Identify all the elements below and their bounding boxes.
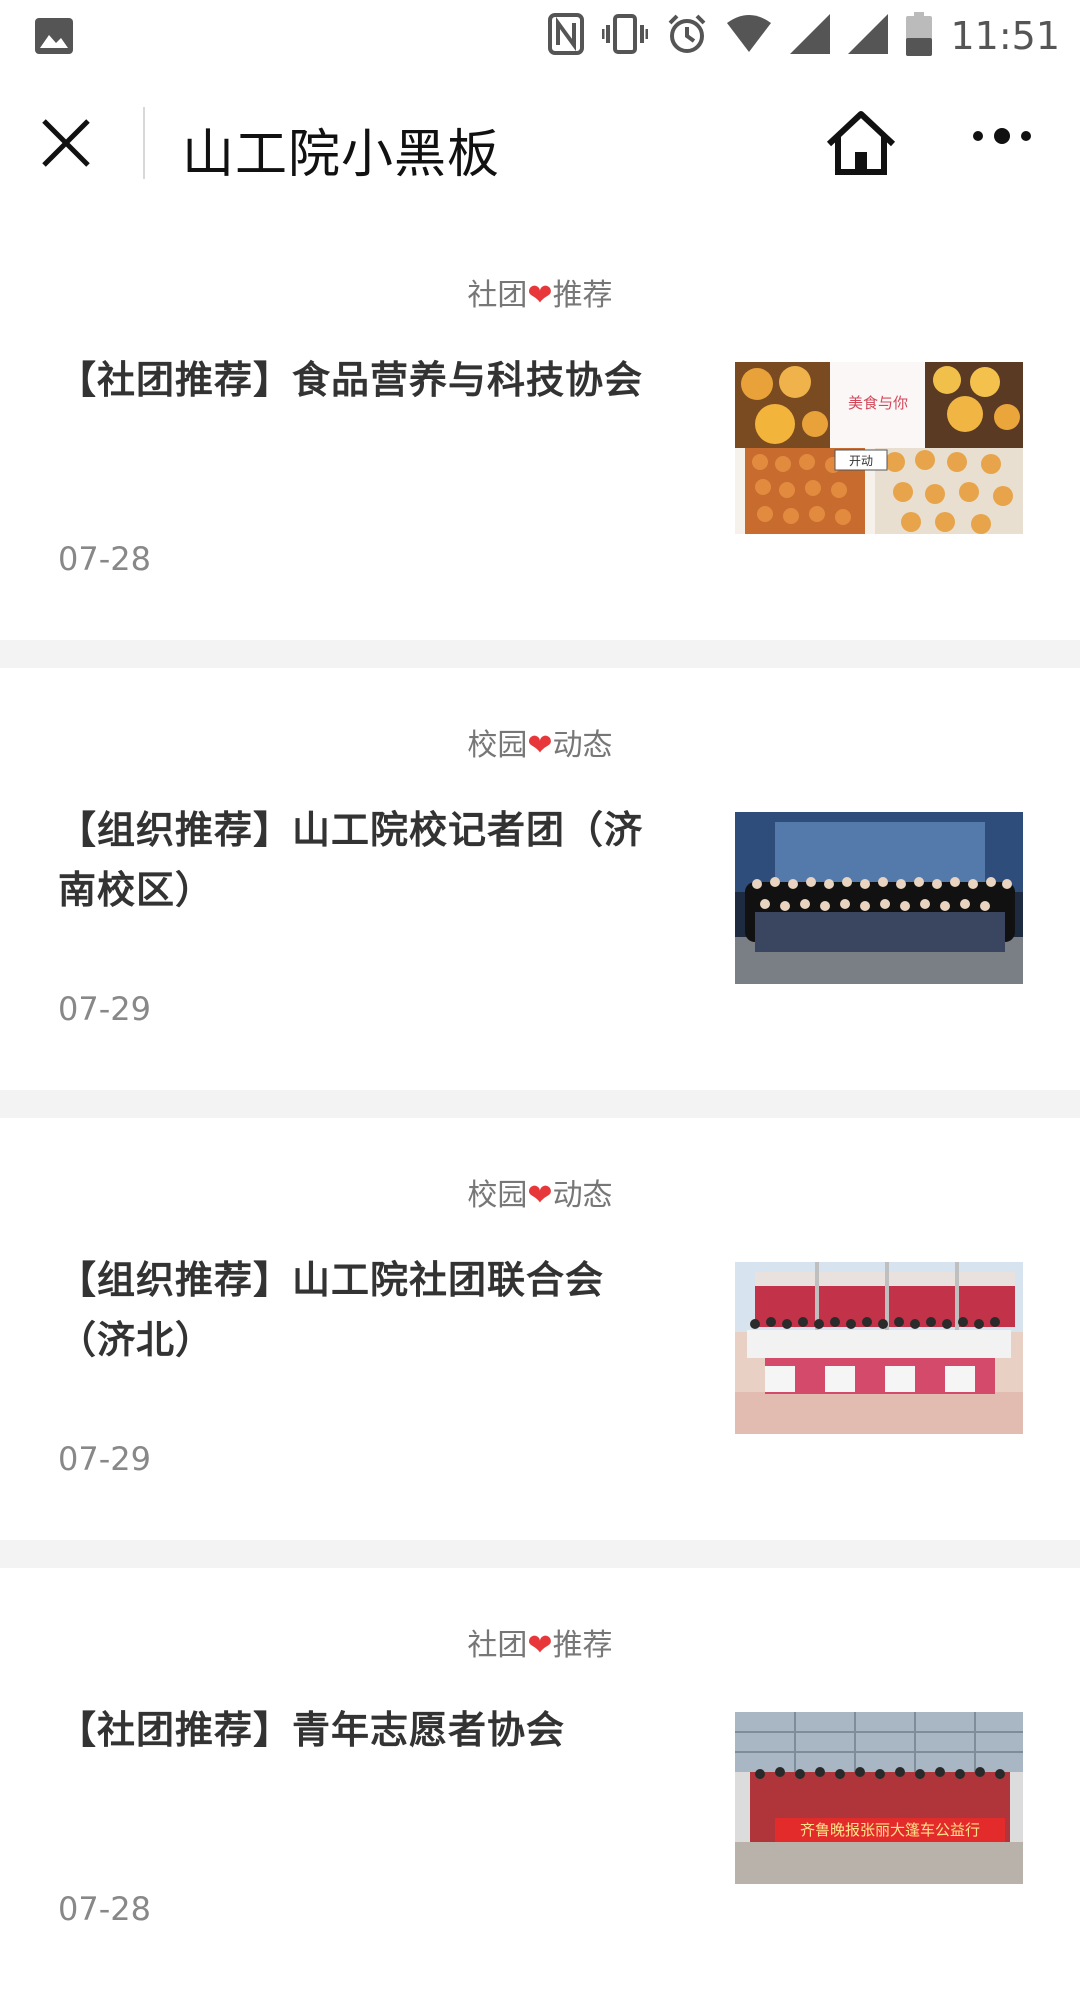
article-card[interactable]: 社团❤推荐 【社团推荐】食品营养与科技协会 07-28 美食与你 开动 [0,218,1080,640]
nfc-icon [548,13,585,59]
article-title[interactable]: 【社团推荐】青年志愿者协会 [58,1700,678,1760]
article-date: 07-28 [58,1890,151,1928]
thumb-caption: 美食与你 [848,394,908,412]
clock-time: 11:51 [950,14,1060,58]
category-tag: 社团❤推荐 [467,278,613,313]
article-thumbnail[interactable] [735,812,1023,984]
article-thumbnail[interactable] [735,1262,1023,1434]
category-tag: 社团❤推荐 [467,1628,613,1663]
heart-icon: ❤ [527,1628,553,1663]
battery-icon [906,12,933,60]
signal-icon [790,14,831,58]
nav-bar: 山工院小黑板 [0,72,1080,218]
card-separator [0,640,1080,668]
article-card[interactable]: 校园❤动态 【组织推荐】山工院校记者团（济南校区） 07-29 [0,668,1080,1090]
article-card[interactable]: 社团❤推荐 【社团推荐】青年志愿者协会 07-28 齐鲁晚报张丽大篷车公益行 [0,1568,1080,1990]
heart-icon: ❤ [527,728,553,763]
more-dots-icon [973,128,1031,144]
article-title[interactable]: 【组织推荐】山工院校记者团（济南校区） [58,800,678,920]
thumb-banner-text: 齐鲁晚报张丽大篷车公益行 [800,1821,980,1839]
home-icon [826,111,896,175]
close-icon [42,119,90,167]
close-button[interactable] [40,117,104,181]
card-separator [0,1090,1080,1118]
card-separator [0,1540,1080,1568]
alarm-icon [666,13,708,59]
vibrate-icon [601,13,649,59]
page-title: 山工院小黑板 [182,125,501,185]
article-thumbnail[interactable]: 美食与你 开动 [735,362,1023,534]
article-date: 07-29 [58,1440,151,1478]
article-date: 07-29 [58,990,151,1028]
gallery-notification-icon [34,17,74,59]
signal-icon [848,14,889,58]
article-thumbnail[interactable]: 齐鲁晚报张丽大篷车公益行 [735,1712,1023,1884]
heart-icon: ❤ [527,1178,553,1213]
more-options-button[interactable] [972,126,1042,162]
article-title[interactable]: 【社团推荐】食品营养与科技协会 [58,350,678,410]
wifi-icon [726,15,772,57]
nav-divider [143,107,145,179]
heart-icon: ❤ [527,278,553,313]
thumb-caption: 开动 [849,454,873,468]
category-tag: 校园❤动态 [467,1178,613,1213]
category-tag: 校园❤动态 [467,728,613,763]
article-feed: 社团❤推荐 【社团推荐】食品营养与科技协会 07-28 美食与你 开动 校园❤动… [0,218,1080,1990]
article-date: 07-28 [58,540,151,578]
article-title[interactable]: 【组织推荐】山工院社团联合会（济北） [58,1250,678,1370]
status-bar: 11:51 [0,0,1080,72]
article-card[interactable]: 校园❤动态 【组织推荐】山工院社团联合会（济北） 07-29 [0,1118,1080,1540]
home-button[interactable] [826,110,900,180]
